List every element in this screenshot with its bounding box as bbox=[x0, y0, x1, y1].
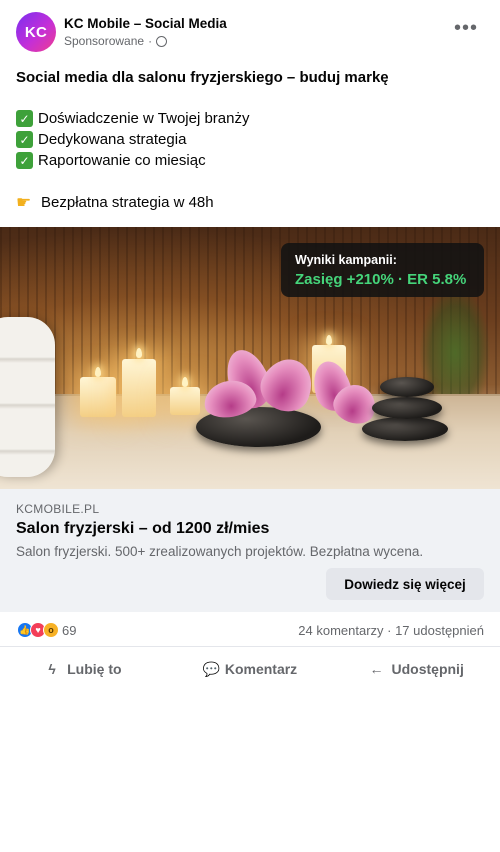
bullet-item: ✓ Dedykowana strategia bbox=[16, 129, 486, 150]
stone bbox=[372, 397, 442, 419]
post-meta: Sponsorowane · bbox=[64, 34, 168, 48]
post-actions: ϟ Lubię to 💬 Komentarz ← Udostępnij bbox=[0, 648, 500, 690]
like-button[interactable]: ϟ Lubię to bbox=[0, 648, 167, 690]
candle bbox=[122, 359, 156, 417]
link-preview[interactable]: KCMOBILE.PL Salon fryzjerski – od 1200 z… bbox=[0, 489, 500, 612]
rolled-towel bbox=[0, 317, 55, 477]
learn-more-button[interactable]: Dowiedz się więcej bbox=[326, 568, 484, 600]
like-icon: ϟ bbox=[48, 661, 56, 677]
comment-icon: 💬 bbox=[202, 660, 221, 677]
bullet-text: Dedykowana strategia bbox=[38, 131, 187, 148]
bullet-text: Doświadczenie w Twojej branży bbox=[38, 110, 250, 127]
offer-text: Bezpłatna strategia w 48h bbox=[41, 194, 214, 211]
bullet-text: Raportowanie co miesiąc bbox=[38, 152, 206, 169]
check-icon: ✓ bbox=[16, 110, 33, 127]
candle bbox=[170, 387, 200, 415]
meta-separator: · bbox=[148, 34, 153, 48]
more-options-icon[interactable]: ••• bbox=[454, 18, 478, 38]
candle-flame bbox=[326, 335, 332, 345]
stone bbox=[380, 377, 434, 397]
candle bbox=[80, 377, 116, 417]
sponsored-label[interactable]: Sponsorowane bbox=[64, 34, 144, 48]
candle-flame bbox=[136, 348, 142, 358]
post-image[interactable]: Wyniki kampanii: Zasięg +210% · ER 5.8% bbox=[0, 227, 500, 489]
candle-flame bbox=[95, 367, 101, 377]
bullet-item: ✓ Raportowanie co miesiąc bbox=[16, 150, 486, 171]
post-headline: Social media dla salonu fryzjerskiego – … bbox=[16, 69, 389, 86]
stone bbox=[362, 417, 448, 441]
post-text: Social media dla salonu fryzjerskiego – … bbox=[16, 66, 486, 213]
share-label: Udostępnij bbox=[391, 661, 464, 677]
link-domain: KCMOBILE.PL bbox=[16, 502, 100, 516]
comment-label: Komentarz bbox=[224, 661, 298, 677]
reactions-bar: 👍 ♥ o 69 24 komentarzy · 17 udostępnień bbox=[0, 613, 500, 647]
results-title: Wyniki kampanii: bbox=[295, 253, 397, 267]
plant-decor bbox=[420, 287, 490, 397]
reaction-icons[interactable]: 👍 ♥ o bbox=[17, 622, 59, 638]
check-icon: ✓ bbox=[16, 131, 33, 148]
share-icon: ← bbox=[369, 661, 384, 677]
reactions-count[interactable]: 69 bbox=[62, 623, 76, 638]
offer-line: ☛ Bezpłatna strategia w 48h bbox=[16, 192, 486, 213]
comment-button[interactable]: 💬 Komentarz bbox=[167, 648, 334, 690]
comments-shares-count[interactable]: 24 komentarzy · 17 udostępnień bbox=[298, 623, 484, 638]
link-title[interactable]: Salon fryzjerski – od 1200 zł/mies bbox=[16, 520, 269, 538]
check-icon: ✓ bbox=[16, 152, 33, 169]
share-button[interactable]: ← Udostępnij bbox=[333, 648, 500, 690]
bullet-item: ✓ Doświadczenie w Twojej branży bbox=[16, 108, 486, 129]
candle-flame bbox=[182, 377, 188, 387]
page-name[interactable]: KC Mobile – Social Media bbox=[64, 16, 227, 31]
link-description: Salon fryzjerski. 500+ zrealizowanych pr… bbox=[16, 544, 424, 559]
campaign-results-overlay: Wyniki kampanii: Zasięg +210% · ER 5.8% bbox=[281, 243, 484, 297]
page-avatar[interactable]: KC bbox=[16, 12, 56, 52]
wow-reaction-icon: o bbox=[43, 622, 59, 638]
results-value: Zasięg +210% · ER 5.8% bbox=[295, 271, 467, 288]
point-right-icon: ☛ bbox=[16, 193, 32, 212]
globe-icon bbox=[156, 36, 168, 47]
sponsored-post: KC KC Mobile – Social Media Sponsorowane… bbox=[0, 0, 500, 852]
post-header: KC KC Mobile – Social Media Sponsorowane… bbox=[0, 0, 500, 64]
like-label: Lubię to bbox=[67, 661, 122, 677]
